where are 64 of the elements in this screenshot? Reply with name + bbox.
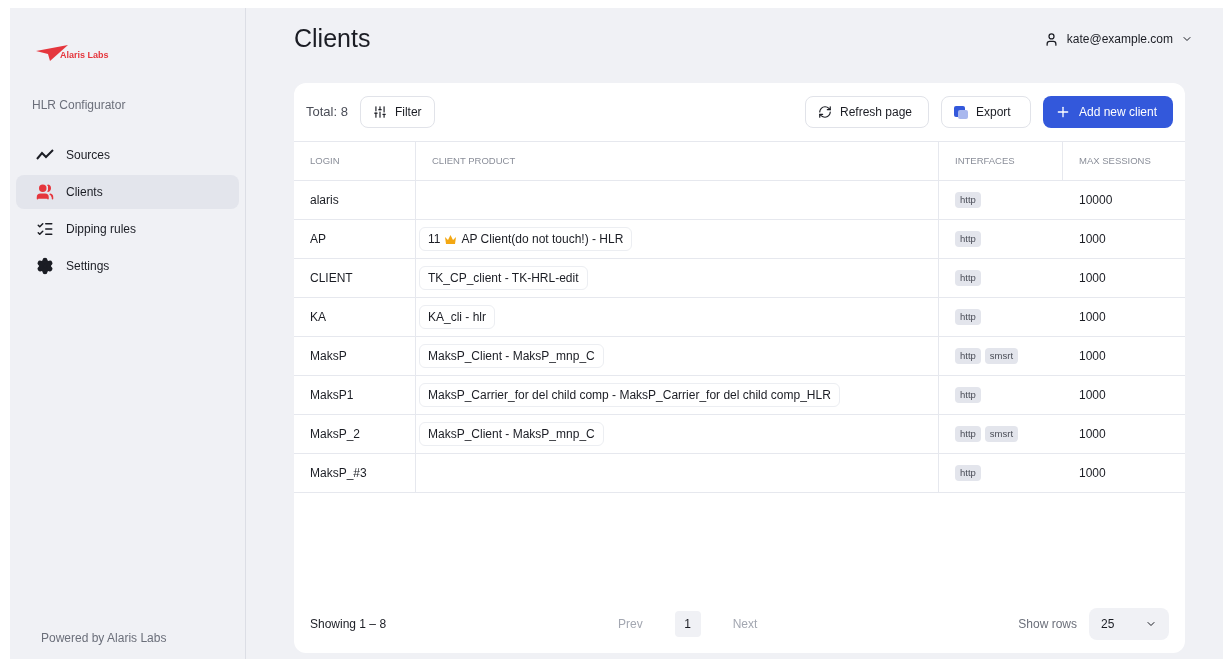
table-cell: 1000	[1063, 415, 1185, 454]
interface-tag: smsrt	[984, 425, 1019, 443]
users-icon	[36, 183, 54, 201]
column-header: MAX SESSIONS	[1063, 142, 1185, 181]
refresh-icon	[818, 105, 832, 119]
product-name: TK_CP_client - TK-HRL-edit	[428, 270, 579, 287]
export-icon	[954, 105, 968, 119]
table-cell: 1000	[1063, 298, 1185, 337]
product-name: MaksP_Client - MaksP_mnp_C	[428, 348, 595, 365]
sidebar-item[interactable]: Dipping rules	[16, 212, 239, 246]
table-cell: 1000	[1063, 337, 1185, 376]
table-cell: 10000	[1063, 181, 1185, 220]
interface-tag: http	[955, 464, 981, 482]
table-cell: 1000	[1063, 454, 1185, 493]
product-name: MaksP_Carrier_for del child comp - MaksP_Carrier_for del child comp_HLR	[428, 387, 831, 404]
interface-tag: http	[955, 425, 981, 443]
export-button[interactable]: Export	[941, 96, 1031, 128]
refresh-button[interactable]: Refresh page	[805, 96, 929, 128]
add-client-button[interactable]: Add new client	[1043, 96, 1173, 128]
settings-icon	[36, 257, 54, 275]
table-cell: AP	[294, 220, 416, 259]
table-cell: MaksP	[294, 337, 416, 376]
product-number: 11	[428, 231, 441, 248]
list-check-icon	[36, 220, 54, 238]
interface-tag: http	[955, 386, 981, 404]
user-menu[interactable]: kate@example.com	[1043, 30, 1193, 48]
product-name: MaksP_Client - MaksP_mnp_C	[428, 426, 595, 443]
table-cell: KA	[294, 298, 416, 337]
column-header: CLIENT PRODUCT	[416, 142, 939, 181]
sliders-icon	[372, 105, 387, 119]
product-name: KA_cli - hlr	[428, 309, 486, 326]
rows-select[interactable]: 25	[1089, 608, 1169, 640]
sidebar-item[interactable]: Sources	[16, 138, 239, 172]
sidebar-item[interactable]: Clients	[16, 175, 239, 209]
footer-text: Powered by Alaris Labs	[40, 630, 168, 647]
table-cell: MaksP_2	[294, 415, 416, 454]
table-cell: CLIENT	[294, 259, 416, 298]
table-cell: alaris	[294, 181, 416, 220]
table-cell: 1000	[1063, 220, 1185, 259]
interface-tag: http	[955, 269, 981, 287]
column-header: LOGIN	[294, 142, 416, 181]
table-cell: MaksP_#3	[294, 454, 416, 493]
interface-tag: http	[955, 230, 981, 248]
page-button[interactable]: 1	[674, 611, 701, 637]
column-header: INTERFACES	[939, 142, 1063, 181]
table-cell: MaksP1	[294, 376, 416, 415]
plus-icon	[1055, 104, 1071, 120]
interface-tag: http	[955, 347, 981, 365]
showing-text: Showing 1 – 8	[310, 616, 388, 633]
logo-text: Alaris Labs	[60, 49, 109, 63]
table-cell: 1000	[1063, 259, 1185, 298]
show-rows-label: Show rows	[1018, 616, 1077, 633]
interface-tag: http	[955, 308, 981, 326]
trend-line-icon	[36, 149, 54, 161]
page-title: Clients	[294, 23, 371, 55]
app-title: HLR Configurator	[31, 97, 127, 114]
table-cell: 1000	[1063, 376, 1185, 415]
interface-tag: smsrt	[984, 347, 1019, 365]
interface-tag: http	[955, 191, 981, 209]
total-count: Total: 8	[306, 103, 348, 122]
filter-button[interactable]: Filter	[359, 96, 435, 128]
sidebar-item[interactable]: Settings	[16, 249, 239, 283]
product-name: AP Client(do not touch!) - HLR	[461, 231, 624, 248]
user-icon	[1043, 31, 1059, 47]
